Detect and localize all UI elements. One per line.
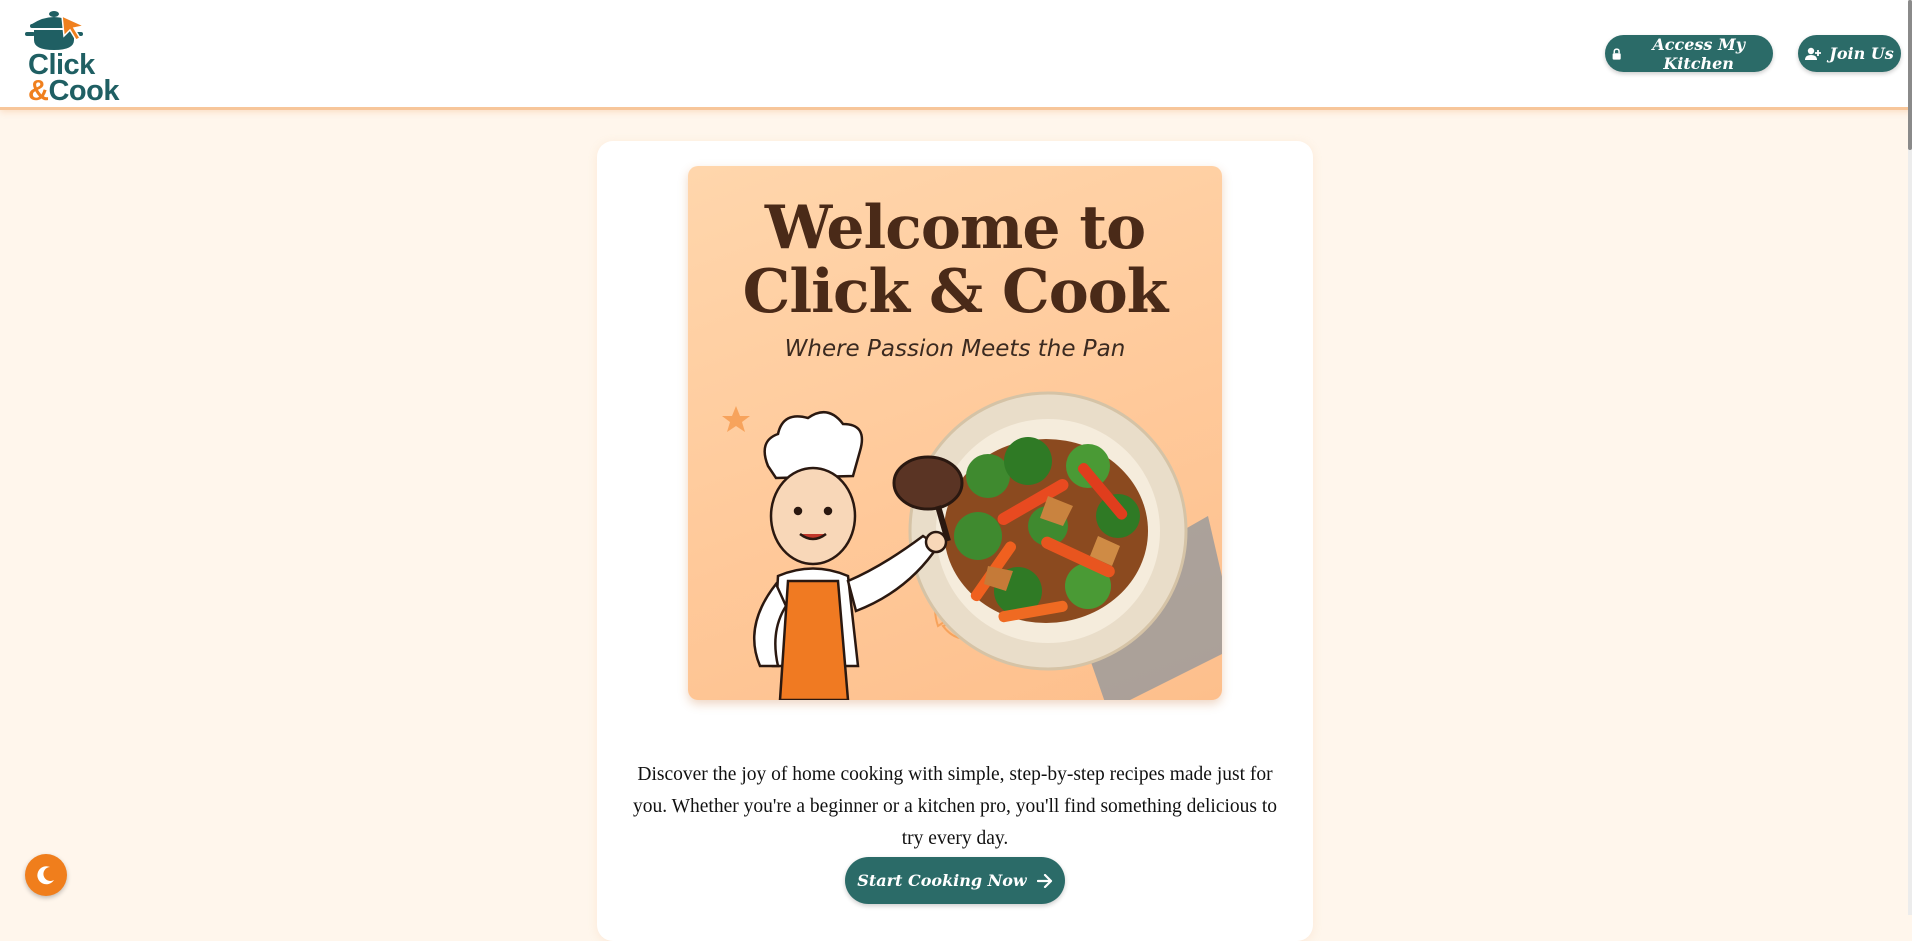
- arrow-right-icon: [1036, 873, 1052, 888]
- start-cooking-button[interactable]: Start Cooking Now: [845, 857, 1065, 904]
- logo-ampersand: &: [28, 75, 49, 107]
- hero-title: Welcome to Click & Cook: [742, 193, 1169, 327]
- moon-icon: [37, 866, 54, 885]
- welcome-card: Welcome to Click & Cook Where Passion Me…: [597, 141, 1313, 941]
- page-scrollbar[interactable]: [1908, 0, 1912, 915]
- access-kitchen-button[interactable]: Access My Kitchen: [1605, 34, 1773, 73]
- access-kitchen-label: Access My Kitchen: [1652, 34, 1745, 73]
- chef-illustration: [722, 391, 1222, 700]
- lock-icon: [1612, 47, 1621, 60]
- chef-character: [753, 411, 948, 700]
- hero-subtitle: Where Passion Meets the Pan: [784, 336, 1126, 362]
- join-us-button[interactable]: Join Us: [1798, 35, 1901, 72]
- star-icon: [722, 406, 750, 432]
- site-logo[interactable]: Click &Cook: [24, 6, 124, 107]
- theme-toggle-button[interactable]: [25, 854, 67, 896]
- join-us-label: Join Us: [1829, 44, 1894, 63]
- intro-description: Discover the joy of home cooking with si…: [632, 763, 1278, 849]
- hero-banner: Welcome to Click & Cook Where Passion Me…: [688, 166, 1222, 700]
- start-cooking-label: Start Cooking Now: [857, 871, 1027, 890]
- user-plus-icon: [1805, 47, 1822, 60]
- logo-wordmark: Click &Cook: [28, 51, 119, 107]
- logo-word-cook: Cook: [48, 75, 119, 107]
- site-header: Click &Cook Access My Kitchen Join Us: [0, 0, 1912, 110]
- scrollbar-thumb[interactable]: [1908, 0, 1912, 150]
